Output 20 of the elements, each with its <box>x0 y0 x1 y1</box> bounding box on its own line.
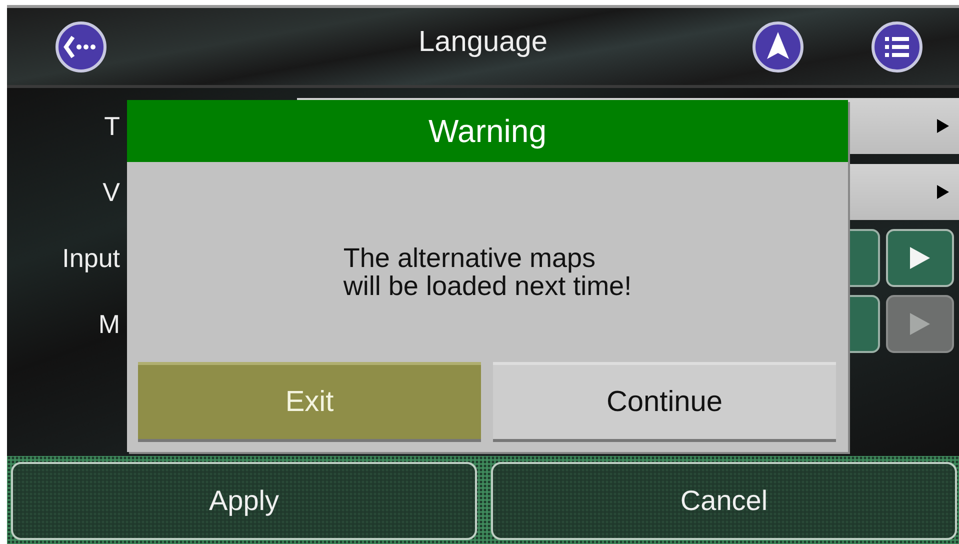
triangle-icon <box>910 313 930 335</box>
back-icon <box>55 21 107 73</box>
setting-label: Input <box>61 242 120 274</box>
back-button[interactable] <box>55 21 107 73</box>
triangle-icon <box>937 185 949 199</box>
dialog-title: Warning <box>127 100 848 162</box>
setting-label: V <box>102 176 120 208</box>
setting-label: T <box>103 110 120 142</box>
next-button[interactable] <box>886 229 954 287</box>
menu-icon <box>871 21 923 73</box>
screen-title: Language <box>418 26 548 59</box>
menu-button[interactable] <box>871 21 923 73</box>
triangle-icon <box>937 119 949 133</box>
footer-button[interactable]: Cancel <box>491 462 957 540</box>
navigation-button[interactable] <box>752 21 804 73</box>
setting-label: M <box>97 308 120 340</box>
triangle-icon <box>910 247 930 269</box>
dialog-button[interactable]: Continue <box>493 362 836 442</box>
dialog-message: The alternative maps will be loaded next time! <box>343 244 632 300</box>
footer-button[interactable]: Apply <box>11 462 477 540</box>
